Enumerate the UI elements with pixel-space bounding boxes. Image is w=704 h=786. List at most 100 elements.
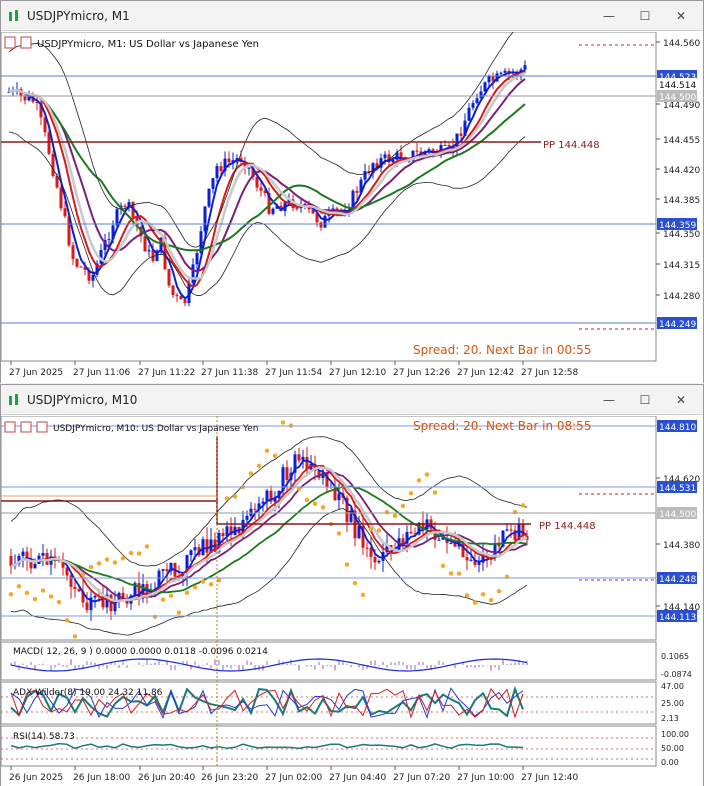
sar-dot [360, 592, 366, 598]
y-tick-label: 144.455 [663, 136, 700, 146]
indicator-tick-label: -0.0874 [661, 670, 692, 679]
candle-body [91, 274, 95, 281]
candle-body [487, 76, 491, 83]
candle-body [499, 72, 503, 74]
chart-window-m1: USDJPYmicro, M1 — ☐ ✕ 144.560 144.490 144.… [0, 0, 704, 383]
sar-dot [456, 571, 462, 576]
sar-dot [272, 453, 278, 458]
price-chart-m10[interactable]: 0.1065 -0.0874 47.00 25.00 2.13 100.00 50.00 0.… [1, 416, 703, 786]
sar-dot [496, 589, 502, 594]
macd-label: MACD( 12, 26, 9 ) 0.0000 0.0000 0.0118 -… [13, 647, 268, 657]
sar-dot [112, 560, 118, 565]
close-button[interactable]: ✕ [663, 385, 699, 415]
sar-dot [8, 592, 14, 597]
candle-body [73, 586, 77, 590]
price-chart-m1[interactable]: 144.560144.490144.455144.420144.385144.3… [1, 32, 703, 383]
candle-body [189, 550, 193, 556]
x-tick-label: 27 Jun 12:58 [521, 368, 578, 378]
candle-body [467, 107, 471, 121]
candle-body [51, 153, 55, 176]
candle-body [115, 209, 119, 226]
chart-header-text: USDJPYmicro, M10: US Dollar vs Japanese … [53, 424, 259, 434]
sar-dot [400, 503, 406, 509]
candle-body [33, 563, 37, 569]
indicator-tick-label: 2.13 [661, 714, 679, 723]
candle-body [319, 222, 323, 228]
chart-icon [7, 9, 21, 23]
price-tag-label: 144.359 [659, 221, 696, 231]
sar-dot [480, 592, 486, 597]
x-tick-label: 27 Jun 12:10 [329, 368, 386, 378]
sar-dot [128, 550, 134, 556]
maximize-button[interactable]: ☐ [627, 385, 663, 415]
sar-dot [16, 584, 22, 589]
candle-body [69, 575, 73, 587]
close-button[interactable]: ✕ [663, 1, 699, 31]
indicator-tick-label: 47.00 [661, 682, 684, 691]
candle-body [365, 547, 369, 549]
price-tag-label: 144.500 [659, 93, 696, 103]
sar-dot [440, 563, 446, 569]
sar-dot [416, 478, 422, 483]
candle-body [323, 215, 327, 228]
candle-body [459, 133, 463, 136]
sar-dot [304, 497, 310, 503]
sar-dot [432, 490, 438, 495]
x-tick-label: 26 Jun 2025 [9, 773, 63, 783]
x-tick-label: 27 Jun 11:06 [73, 368, 130, 378]
candle-body [295, 208, 299, 210]
candle-body [401, 538, 405, 544]
indicator-tick-label: 0.1065 [661, 652, 689, 661]
price-tag-label: 144.531 [659, 484, 696, 494]
price-tag-label: 144.514 [659, 81, 696, 91]
candle-body [437, 539, 441, 541]
candle-body [85, 602, 89, 611]
candle-body [193, 547, 197, 551]
candle-body [415, 150, 419, 152]
sar-dot [72, 634, 78, 639]
sar-dot [64, 618, 70, 623]
candle-body [147, 250, 151, 252]
chart-header: USDJPYmicro, M10: US Dollar vs Japanese … [4, 421, 259, 434]
candle-body [211, 178, 215, 189]
candle-body [93, 595, 97, 598]
window-titlebar[interactable]: USDJPYmicro, M1 — ☐ ✕ [1, 1, 703, 31]
x-tick-label: 26 Jun 23:20 [201, 773, 258, 783]
sar-dot [176, 610, 182, 615]
candle-body [221, 533, 225, 537]
candle-body [183, 299, 187, 303]
sar-dot [120, 556, 126, 561]
candle-body [373, 556, 377, 563]
candle-body [523, 65, 527, 70]
candle-body [245, 515, 249, 520]
minimize-button[interactable]: — [591, 385, 627, 415]
candle-body [207, 188, 211, 207]
candle-body [175, 295, 179, 297]
maximize-button[interactable]: ☐ [627, 1, 663, 31]
candle-body [355, 190, 359, 193]
candle-body [285, 467, 289, 481]
x-tick-label: 26 Jun 20:40 [138, 773, 195, 783]
candle-body [165, 569, 169, 572]
sar-dot [424, 472, 430, 477]
sar-dot [80, 572, 86, 577]
x-tick-label: 27 Jun 2025 [9, 368, 63, 378]
candle-body [475, 98, 479, 104]
price-tag-label: 144.249 [659, 320, 696, 330]
sar-dot [368, 526, 374, 532]
sar-dot [344, 562, 350, 567]
y-tick-label: 144.350 [663, 230, 700, 240]
price-tag-label: 144.810 [659, 423, 696, 433]
window-titlebar[interactable]: USDJPYmicro, M10 — ☐ ✕ [1, 385, 703, 415]
sar-dot [376, 528, 382, 533]
window-title: USDJPYmicro, M10 [27, 392, 138, 407]
minimize-button[interactable]: — [591, 1, 627, 31]
candle-body [297, 454, 301, 461]
candle-body [255, 176, 259, 188]
spread-label: Spread: 20. Next Bar in 00:55 [413, 343, 591, 357]
candle-body [219, 166, 223, 172]
candle-body [143, 236, 147, 252]
adx-label: ADX Wilder(8) 19.00 24.32 11.86 [13, 688, 163, 698]
sar-dot [280, 420, 286, 425]
x-tick-label: 27 Jun 11:22 [138, 368, 195, 378]
